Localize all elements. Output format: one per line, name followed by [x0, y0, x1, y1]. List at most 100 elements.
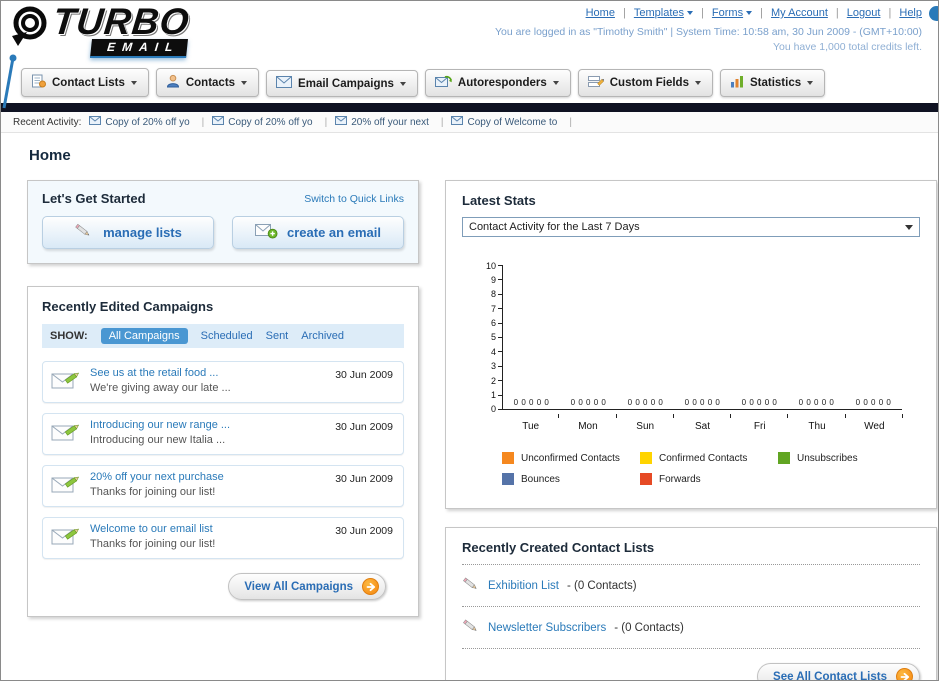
nav-label: Email Campaigns [298, 77, 394, 90]
contact-list-link[interactable]: Newsletter Subscribers [488, 622, 606, 634]
nav-label: Contacts [185, 76, 236, 89]
logo-subtitle: EMAIL [90, 39, 189, 59]
arrow-right-icon [896, 668, 913, 680]
create-email-button[interactable]: create an email [232, 216, 404, 249]
activity-text: Copy of 20% off yo [105, 116, 190, 128]
custom-fields-icon [587, 75, 604, 91]
chevron-down-icon [694, 81, 701, 85]
envelope-pencil-icon [51, 367, 81, 396]
pencil-icon [462, 618, 480, 637]
campaign-row[interactable]: 20% off your next purchase Thanks for jo… [42, 465, 404, 507]
nav-email-campaigns[interactable]: Email Campaigns [266, 70, 418, 97]
link-templates[interactable]: Templates [634, 7, 684, 19]
button-label: create an email [287, 225, 381, 240]
tab-archived[interactable]: Archived [301, 330, 344, 342]
chevron-down-icon [130, 80, 137, 85]
contact-lists-icon [31, 74, 46, 91]
app-window: TURBO EMAIL Home Templates Forms My Acco… [0, 0, 939, 681]
contact-list-row[interactable]: Newsletter Subscribers - (0 Contacts) [462, 616, 920, 639]
login-info: You are logged in as "Timothy Smith" | S… [495, 26, 922, 38]
bar-value-labels: 0 0 0 0 0 [513, 398, 550, 407]
campaign-row[interactable]: Introducing our new range ... Introducin… [42, 413, 404, 455]
campaign-subject: Introducing our new Italia ... [90, 434, 226, 446]
logo-title: TURBO [50, 1, 192, 42]
legend-swatch [640, 473, 652, 485]
recent-activity-item[interactable]: Copy of 20% off yo [89, 116, 204, 128]
stats-activity-select[interactable]: Contact Activity for the Last 7 Days [462, 217, 920, 237]
link-forms[interactable]: Forms [712, 7, 743, 19]
campaign-title-link[interactable]: 20% off your next purchase [90, 471, 326, 483]
nav-label: Custom Fields [609, 77, 689, 89]
nav-label: Autoresponders [457, 77, 547, 89]
contact-activity-chart: 10 9 8 7 6 5 4 3 2 1 0 0 0 0 0 0 0 0 0 0… [480, 261, 920, 432]
manage-lists-button[interactable]: manage lists [42, 216, 214, 249]
app-logo[interactable]: TURBO EMAIL [9, 1, 192, 59]
pencil-icon [74, 223, 94, 243]
chevron-down-icon [807, 81, 814, 85]
chart-legend: Unconfirmed Contacts Confirmed Contacts … [502, 452, 920, 494]
contact-list-link[interactable]: Exhibition List [488, 580, 559, 592]
nav-contacts[interactable]: Contacts [155, 68, 260, 97]
campaign-subject: We're giving away our late ... [90, 382, 231, 394]
switch-quick-links[interactable]: Switch to Quick Links [304, 193, 404, 205]
recent-activity-item[interactable]: 20% off your next [335, 116, 443, 128]
activity-text: 20% off your next [351, 116, 429, 128]
chevron-down-icon [905, 224, 913, 230]
link-my-account[interactable]: My Account [771, 7, 828, 19]
view-all-campaigns-button[interactable]: View All Campaigns [228, 573, 386, 600]
bar-value-labels: 0 0 0 0 0 [741, 398, 778, 407]
campaign-date: 30 Jun 2009 [335, 525, 393, 537]
nav-autoresponders[interactable]: Autoresponders [424, 69, 571, 97]
campaign-title-link[interactable]: Introducing our new range ... [90, 419, 326, 431]
campaign-row[interactable]: Welcome to our email list Thanks for joi… [42, 517, 404, 559]
campaign-subject: Thanks for joining our list! [90, 538, 216, 550]
nav-divider-bar [1, 103, 938, 112]
activity-text: Copy of 20% off yo [228, 116, 313, 128]
campaigns-panel-title: Recently Edited Campaigns [42, 299, 214, 314]
campaign-date: 30 Jun 2009 [335, 421, 393, 433]
recent-activity-item[interactable]: Copy of Welcome to [451, 116, 571, 128]
campaign-row[interactable]: See us at the retail food ... We're givi… [42, 361, 404, 403]
nav-custom-fields[interactable]: Custom Fields [577, 69, 713, 97]
bar-value-labels: 0 0 0 0 0 [684, 398, 721, 407]
nav-statistics[interactable]: Statistics [719, 69, 826, 97]
chevron-down-icon [746, 11, 753, 15]
contact-list-count: - (0 Contacts) [566, 579, 637, 592]
header-corner-dot [929, 6, 938, 21]
arrow-right-icon [362, 578, 379, 595]
bar-value-labels: 0 0 0 0 0 [855, 398, 892, 407]
button-label: See All Contact Lists [773, 670, 887, 681]
main-content: Home Let's Get Started Switch to Quick L… [1, 133, 938, 681]
legend-forwards: Forwards [640, 473, 778, 485]
chevron-down-icon [399, 81, 406, 86]
nav-label: Statistics [749, 77, 802, 89]
tab-scheduled[interactable]: Scheduled [201, 330, 253, 342]
legend-swatch [640, 452, 652, 464]
tab-sent[interactable]: Sent [266, 330, 289, 342]
recent-contact-lists-panel: Recently Created Contact Lists Exhibitio… [445, 527, 937, 681]
bar-value-labels: 0 0 0 0 0 [627, 398, 664, 407]
nav-contact-lists[interactable]: Contact Lists [21, 68, 149, 97]
envelope-plus-icon [255, 223, 278, 242]
recent-activity-item[interactable]: Copy of 20% off yo [212, 116, 327, 128]
campaign-title-link[interactable]: See us at the retail food ... [90, 367, 326, 379]
campaign-title-link[interactable]: Welcome to our email list [90, 523, 326, 535]
header: TURBO EMAIL Home Templates Forms My Acco… [1, 1, 938, 109]
divider [462, 564, 920, 565]
legend-unconfirmed: Unconfirmed Contacts [502, 452, 640, 464]
see-all-contact-lists-button[interactable]: See All Contact Lists [757, 663, 920, 681]
chart-plot-area: 0 0 0 0 0 0 0 0 0 0 0 0 0 0 0 0 0 0 0 0 … [502, 265, 902, 410]
link-logout[interactable]: Logout [847, 7, 881, 19]
main-navigation: Contact Lists Contacts Email Campaigns A… [1, 64, 938, 97]
credits-remaining: You have 1,000 total credits left. [772, 41, 922, 53]
campaign-date: 30 Jun 2009 [335, 473, 393, 485]
link-home[interactable]: Home [586, 7, 615, 19]
envelope-icon [335, 116, 348, 128]
divider [462, 606, 920, 607]
legend-swatch [778, 452, 790, 464]
legend-confirmed: Confirmed Contacts [640, 452, 778, 464]
latest-stats-panel: Latest Stats Contact Activity for the La… [445, 180, 937, 509]
contact-list-row[interactable]: Exhibition List - (0 Contacts) [462, 574, 920, 597]
link-help[interactable]: Help [899, 7, 922, 19]
tab-all-campaigns[interactable]: All Campaigns [100, 328, 188, 344]
